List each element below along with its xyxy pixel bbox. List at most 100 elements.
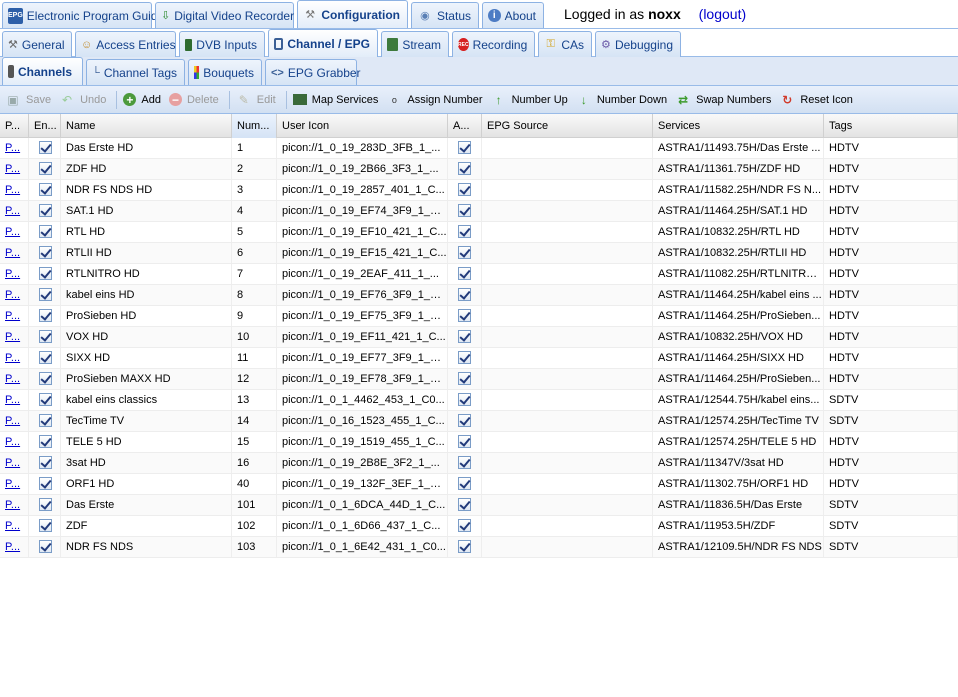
tab-access-entries[interactable]: ☺ Access Entries <box>75 31 176 57</box>
checked-checkbox[interactable] <box>39 245 52 259</box>
number-down-button[interactable]: ↓ Number Down <box>574 89 673 111</box>
checked-checkbox[interactable] <box>458 392 471 406</box>
checked-checkbox[interactable] <box>39 329 52 343</box>
delete-button[interactable]: − Delete <box>167 89 225 111</box>
table-row[interactable]: P... NDR FS NDS HD 3 picon://1_0_19_2857_40… <box>0 180 958 201</box>
checked-checkbox[interactable] <box>458 476 471 490</box>
swap-numbers-button[interactable]: ⇄ Swap Numbers <box>673 89 777 111</box>
checked-checkbox[interactable] <box>458 413 471 427</box>
table-row[interactable]: P... ProSieben HD 9 picon://1_0_19_EF75_3F9… <box>0 306 958 327</box>
play-link[interactable]: P... <box>0 222 29 242</box>
column-header-tags[interactable]: Tags <box>824 114 958 138</box>
checked-checkbox[interactable] <box>458 329 471 343</box>
tab-debugging[interactable]: ⚙ Debugging <box>595 31 681 57</box>
play-link[interactable]: P... <box>0 243 29 263</box>
tab-dvb-inputs[interactable]: DVB Inputs <box>179 31 265 57</box>
column-header-enabled[interactable]: En... <box>29 114 61 138</box>
tab-dvr[interactable]: ⇩ Digital Video Recorder <box>155 2 294 28</box>
table-row[interactable]: P... SIXX HD 11 picon://1_0_19_EF77_3F9_1_C… <box>0 348 958 369</box>
tab-epg[interactable]: EPG Electronic Program Guide <box>2 2 164 28</box>
table-row[interactable]: P... ORF1 HD 40 picon://1_0_19_132F_3EF_1_C… <box>0 474 958 495</box>
table-row[interactable]: P... kabel eins classics 13 picon://1_0_1_4… <box>0 390 958 411</box>
checked-checkbox[interactable] <box>39 203 52 217</box>
checked-checkbox[interactable] <box>458 140 471 154</box>
checked-checkbox[interactable] <box>458 350 471 364</box>
table-row[interactable]: P... RTLII HD 6 picon://1_0_19_EF15_421_1_C… <box>0 243 958 264</box>
tab-channel-tags[interactable]: └ Channel Tags <box>86 59 185 85</box>
play-link[interactable]: P... <box>0 159 29 179</box>
column-header-auto[interactable]: A... <box>448 114 482 138</box>
checked-checkbox[interactable] <box>39 371 52 385</box>
checked-checkbox[interactable] <box>39 434 52 448</box>
tab-configuration[interactable]: ⚒ Configuration <box>297 0 408 28</box>
checked-checkbox[interactable] <box>458 518 471 532</box>
checked-checkbox[interactable] <box>458 287 471 301</box>
checked-checkbox[interactable] <box>458 497 471 511</box>
table-row[interactable]: P... 3sat HD 16 picon://1_0_19_2B8E_3F2_1_.… <box>0 453 958 474</box>
logout-link[interactable]: (logout) <box>699 6 746 22</box>
tab-status[interactable]: ◉ Status <box>411 2 479 28</box>
undo-button[interactable]: ↶ Undo <box>57 89 112 111</box>
play-link[interactable]: P... <box>0 327 29 347</box>
tab-epg-grabber[interactable]: <> EPG Grabber <box>265 59 361 85</box>
edit-button[interactable]: ✎ Edit <box>234 89 282 111</box>
checked-checkbox[interactable] <box>39 413 52 427</box>
tab-channel-epg[interactable]: Channel / EPG <box>268 29 378 57</box>
play-link[interactable]: P... <box>0 516 29 536</box>
checked-checkbox[interactable] <box>458 224 471 238</box>
tab-channels[interactable]: Channels <box>2 57 83 85</box>
checked-checkbox[interactable] <box>458 203 471 217</box>
checked-checkbox[interactable] <box>39 476 52 490</box>
play-link[interactable]: P... <box>0 537 29 557</box>
checked-checkbox[interactable] <box>458 371 471 385</box>
save-button[interactable]: ▣ Save <box>3 89 57 111</box>
table-row[interactable]: P... Das Erste HD 1 picon://1_0_19_283D_3FB… <box>0 138 958 159</box>
checked-checkbox[interactable] <box>39 140 52 154</box>
play-link[interactable]: P... <box>0 390 29 410</box>
checked-checkbox[interactable] <box>39 539 52 553</box>
checked-checkbox[interactable] <box>39 497 52 511</box>
play-link[interactable]: P... <box>0 474 29 494</box>
add-button[interactable]: + Add <box>121 89 167 111</box>
play-link[interactable]: P... <box>0 285 29 305</box>
tab-recording[interactable]: REC Recording <box>452 31 535 57</box>
table-row[interactable]: P... RTL HD 5 picon://1_0_19_EF10_421_1_C..… <box>0 222 958 243</box>
play-link[interactable]: P... <box>0 495 29 515</box>
checked-checkbox[interactable] <box>39 182 52 196</box>
assign-number-button[interactable]: o Assign Number <box>384 89 488 111</box>
reset-icon-button[interactable]: ↻ Reset Icon <box>777 89 859 111</box>
tab-general[interactable]: ⚒ General <box>2 31 72 57</box>
table-row[interactable]: P... ZDF 102 picon://1_0_1_6D66_437_1_C... A… <box>0 516 958 537</box>
column-header-name[interactable]: Name <box>61 114 232 138</box>
tab-bouquets[interactable]: Bouquets <box>188 59 262 85</box>
column-header-user-icon[interactable]: User Icon <box>277 114 448 138</box>
play-link[interactable]: P... <box>0 138 29 158</box>
column-header-number[interactable]: Num... <box>232 114 277 138</box>
checked-checkbox[interactable] <box>458 434 471 448</box>
play-link[interactable]: P... <box>0 264 29 284</box>
play-link[interactable]: P... <box>0 306 29 326</box>
column-header-play[interactable]: P... <box>0 114 29 138</box>
table-row[interactable]: P... SAT.1 HD 4 picon://1_0_19_EF74_3F9_1_C… <box>0 201 958 222</box>
table-row[interactable]: P... VOX HD 10 picon://1_0_19_EF11_421_1_C.… <box>0 327 958 348</box>
play-link[interactable]: P... <box>0 201 29 221</box>
checked-checkbox[interactable] <box>39 518 52 532</box>
table-row[interactable]: P... ProSieben MAXX HD 12 picon://1_0_19_EF… <box>0 369 958 390</box>
checked-checkbox[interactable] <box>39 455 52 469</box>
checked-checkbox[interactable] <box>458 182 471 196</box>
checked-checkbox[interactable] <box>39 392 52 406</box>
map-services-button[interactable]: Map Services <box>291 89 385 111</box>
tab-cas[interactable]: ⚿ CAs <box>538 31 592 57</box>
checked-checkbox[interactable] <box>39 350 52 364</box>
tab-about[interactable]: i About <box>482 2 544 28</box>
table-row[interactable]: P... ZDF HD 2 picon://1_0_19_2B66_3F3_1_...… <box>0 159 958 180</box>
column-header-services[interactable]: Services <box>653 114 824 138</box>
tab-stream[interactable]: Stream <box>381 31 449 57</box>
checked-checkbox[interactable] <box>458 266 471 280</box>
play-link[interactable]: P... <box>0 369 29 389</box>
play-link[interactable]: P... <box>0 432 29 452</box>
checked-checkbox[interactable] <box>39 224 52 238</box>
table-row[interactable]: P... Das Erste 101 picon://1_0_1_6DCA_44D_1… <box>0 495 958 516</box>
checked-checkbox[interactable] <box>458 455 471 469</box>
play-link[interactable]: P... <box>0 453 29 473</box>
